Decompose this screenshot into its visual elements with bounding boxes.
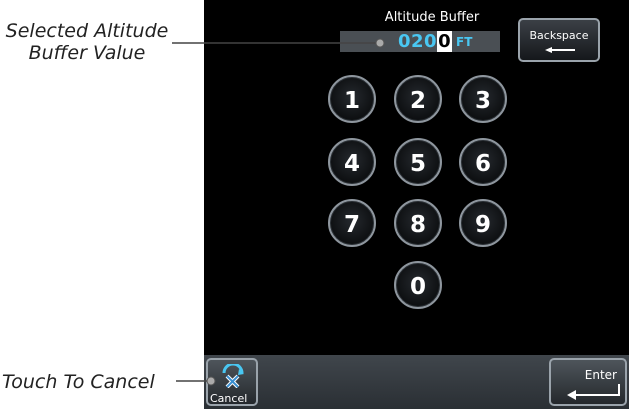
key-4[interactable]: 4 bbox=[328, 138, 376, 186]
callout-altitude-line1: Selected Altitude bbox=[5, 20, 169, 42]
key-2[interactable]: 2 bbox=[394, 75, 442, 123]
enter-arrow-icon bbox=[567, 384, 620, 400]
key-1[interactable]: 1 bbox=[328, 75, 376, 123]
edit-cursor-digit: 0 bbox=[437, 31, 453, 52]
key-9[interactable]: 9 bbox=[459, 199, 507, 247]
altitude-value-digits: 020 bbox=[398, 31, 438, 52]
callout-cancel: Touch To Cancel bbox=[2, 371, 155, 393]
altitude-buffer-screen: Altitude Buffer 0200 FT Backspace 1 2 3 … bbox=[204, 0, 629, 409]
key-8[interactable]: 8 bbox=[394, 199, 442, 247]
altitude-value: 0200 bbox=[398, 31, 453, 52]
backspace-arrow-icon bbox=[545, 47, 575, 53]
key-6[interactable]: 6 bbox=[459, 138, 507, 186]
cancel-label: Cancel bbox=[210, 392, 248, 405]
key-0[interactable]: 0 bbox=[394, 261, 442, 309]
callout-altitude-buffer: Selected Altitude Buffer Value bbox=[2, 20, 172, 64]
backspace-button[interactable]: Backspace bbox=[518, 18, 600, 62]
altitude-buffer-field: 0200 FT bbox=[340, 31, 500, 52]
enter-button[interactable]: Enter bbox=[549, 358, 627, 406]
page-title: Altitude Buffer bbox=[384, 10, 480, 25]
key-5[interactable]: 5 bbox=[394, 138, 442, 186]
enter-label: Enter bbox=[584, 368, 617, 382]
cancel-icon bbox=[222, 364, 244, 388]
backspace-label: Backspace bbox=[529, 29, 589, 42]
callout-altitude-line2: Buffer Value bbox=[28, 42, 146, 64]
cancel-button[interactable]: Cancel bbox=[206, 358, 258, 406]
altitude-unit: FT bbox=[456, 35, 473, 49]
key-7[interactable]: 7 bbox=[328, 199, 376, 247]
key-3[interactable]: 3 bbox=[459, 75, 507, 123]
